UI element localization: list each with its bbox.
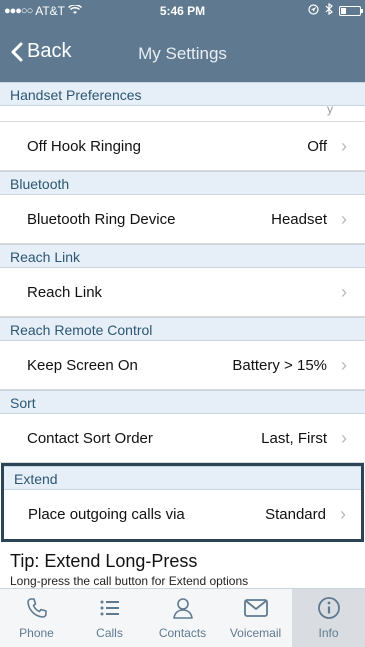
row-reach-link[interactable]: Reach Link › xyxy=(0,268,365,317)
chevron-right-icon: › xyxy=(341,427,347,448)
row-label: Contact Sort Order xyxy=(27,429,153,447)
envelope-icon xyxy=(243,596,269,620)
navigation-bar: Back My Settings xyxy=(0,22,365,82)
row-label: Keep Screen On xyxy=(27,356,138,374)
tab-voicemail[interactable]: Voicemail xyxy=(219,589,292,647)
tab-bar: Phone Calls Contacts Voicemail Info xyxy=(0,588,365,647)
tab-phone[interactable]: Phone xyxy=(0,589,73,647)
section-header-bluetooth: Bluetooth xyxy=(0,171,365,195)
section-header-sort: Sort xyxy=(0,390,365,414)
tab-calls[interactable]: Calls xyxy=(73,589,146,647)
tip-title: Tip: Extend Long-Press xyxy=(10,551,198,571)
battery-icon xyxy=(339,5,363,16)
row-label: Place outgoing calls via xyxy=(28,506,185,523)
tab-label: Calls xyxy=(96,626,123,640)
row-value: Off xyxy=(307,137,327,155)
chevron-right-icon: › xyxy=(341,208,347,229)
info-icon xyxy=(317,596,341,620)
row-label: Off Hook Ringing xyxy=(27,137,141,155)
tab-info[interactable]: Info xyxy=(292,589,365,647)
phone-icon xyxy=(25,596,49,620)
row-label: Bluetooth Ring Device xyxy=(27,210,176,228)
row-value: Headset xyxy=(271,210,327,228)
row-value: Battery > 15% xyxy=(232,356,327,374)
chevron-right-icon: › xyxy=(341,281,347,302)
list-icon xyxy=(98,596,122,620)
extend-section-highlight: Extend Place outgoing calls via Standard… xyxy=(1,463,364,542)
section-header-extend: Extend xyxy=(4,466,361,490)
section-header-reach-link: Reach Link xyxy=(0,244,365,268)
tab-label: Phone xyxy=(19,626,54,640)
row-value: Last, First xyxy=(261,429,327,447)
section-header-handset-preferences: Handset Preferences xyxy=(0,82,365,106)
tab-label: Voicemail xyxy=(229,626,282,640)
chevron-right-icon: › xyxy=(341,135,347,156)
row-contact-sort-order[interactable]: Contact Sort Order Last, First › xyxy=(0,414,365,463)
row-label: Reach Link xyxy=(27,283,103,301)
person-icon xyxy=(171,596,195,620)
row-value: Standard xyxy=(265,506,326,523)
page-title: My Settings xyxy=(138,44,227,63)
chevron-right-icon: › xyxy=(340,504,346,524)
status-right xyxy=(308,2,363,18)
row-place-outgoing-calls-via[interactable]: Place outgoing calls via Standard › xyxy=(4,490,361,539)
tab-label: Info xyxy=(318,626,339,640)
row-keep-screen-on[interactable]: Keep Screen On Battery > 15% › xyxy=(0,341,365,390)
status-bar: ●●●○○ AT&T 5:46 PM xyxy=(0,0,365,22)
battery-fill xyxy=(341,7,346,14)
tab-label: Contacts xyxy=(158,626,207,640)
tip-text: Long-press the call button for Extend op… xyxy=(10,574,249,588)
chevron-right-icon: › xyxy=(341,354,347,375)
settings-list[interactable]: Handset Preferences y Off Hook Ringing O… xyxy=(0,82,365,588)
tip-panel: Tip: Extend Long-Press Long-press the ca… xyxy=(0,542,365,588)
section-header-reach-remote-control: Reach Remote Control xyxy=(0,317,365,341)
row-off-hook-ringing[interactable]: Off Hook Ringing Off › xyxy=(0,122,365,171)
bluetooth-icon xyxy=(325,2,333,18)
tab-contacts[interactable]: Contacts xyxy=(146,589,219,647)
location-icon xyxy=(308,3,319,18)
scrolled-row-remnant: y xyxy=(0,102,365,122)
row-bluetooth-ring-device[interactable]: Bluetooth Ring Device Headset › xyxy=(0,195,365,244)
